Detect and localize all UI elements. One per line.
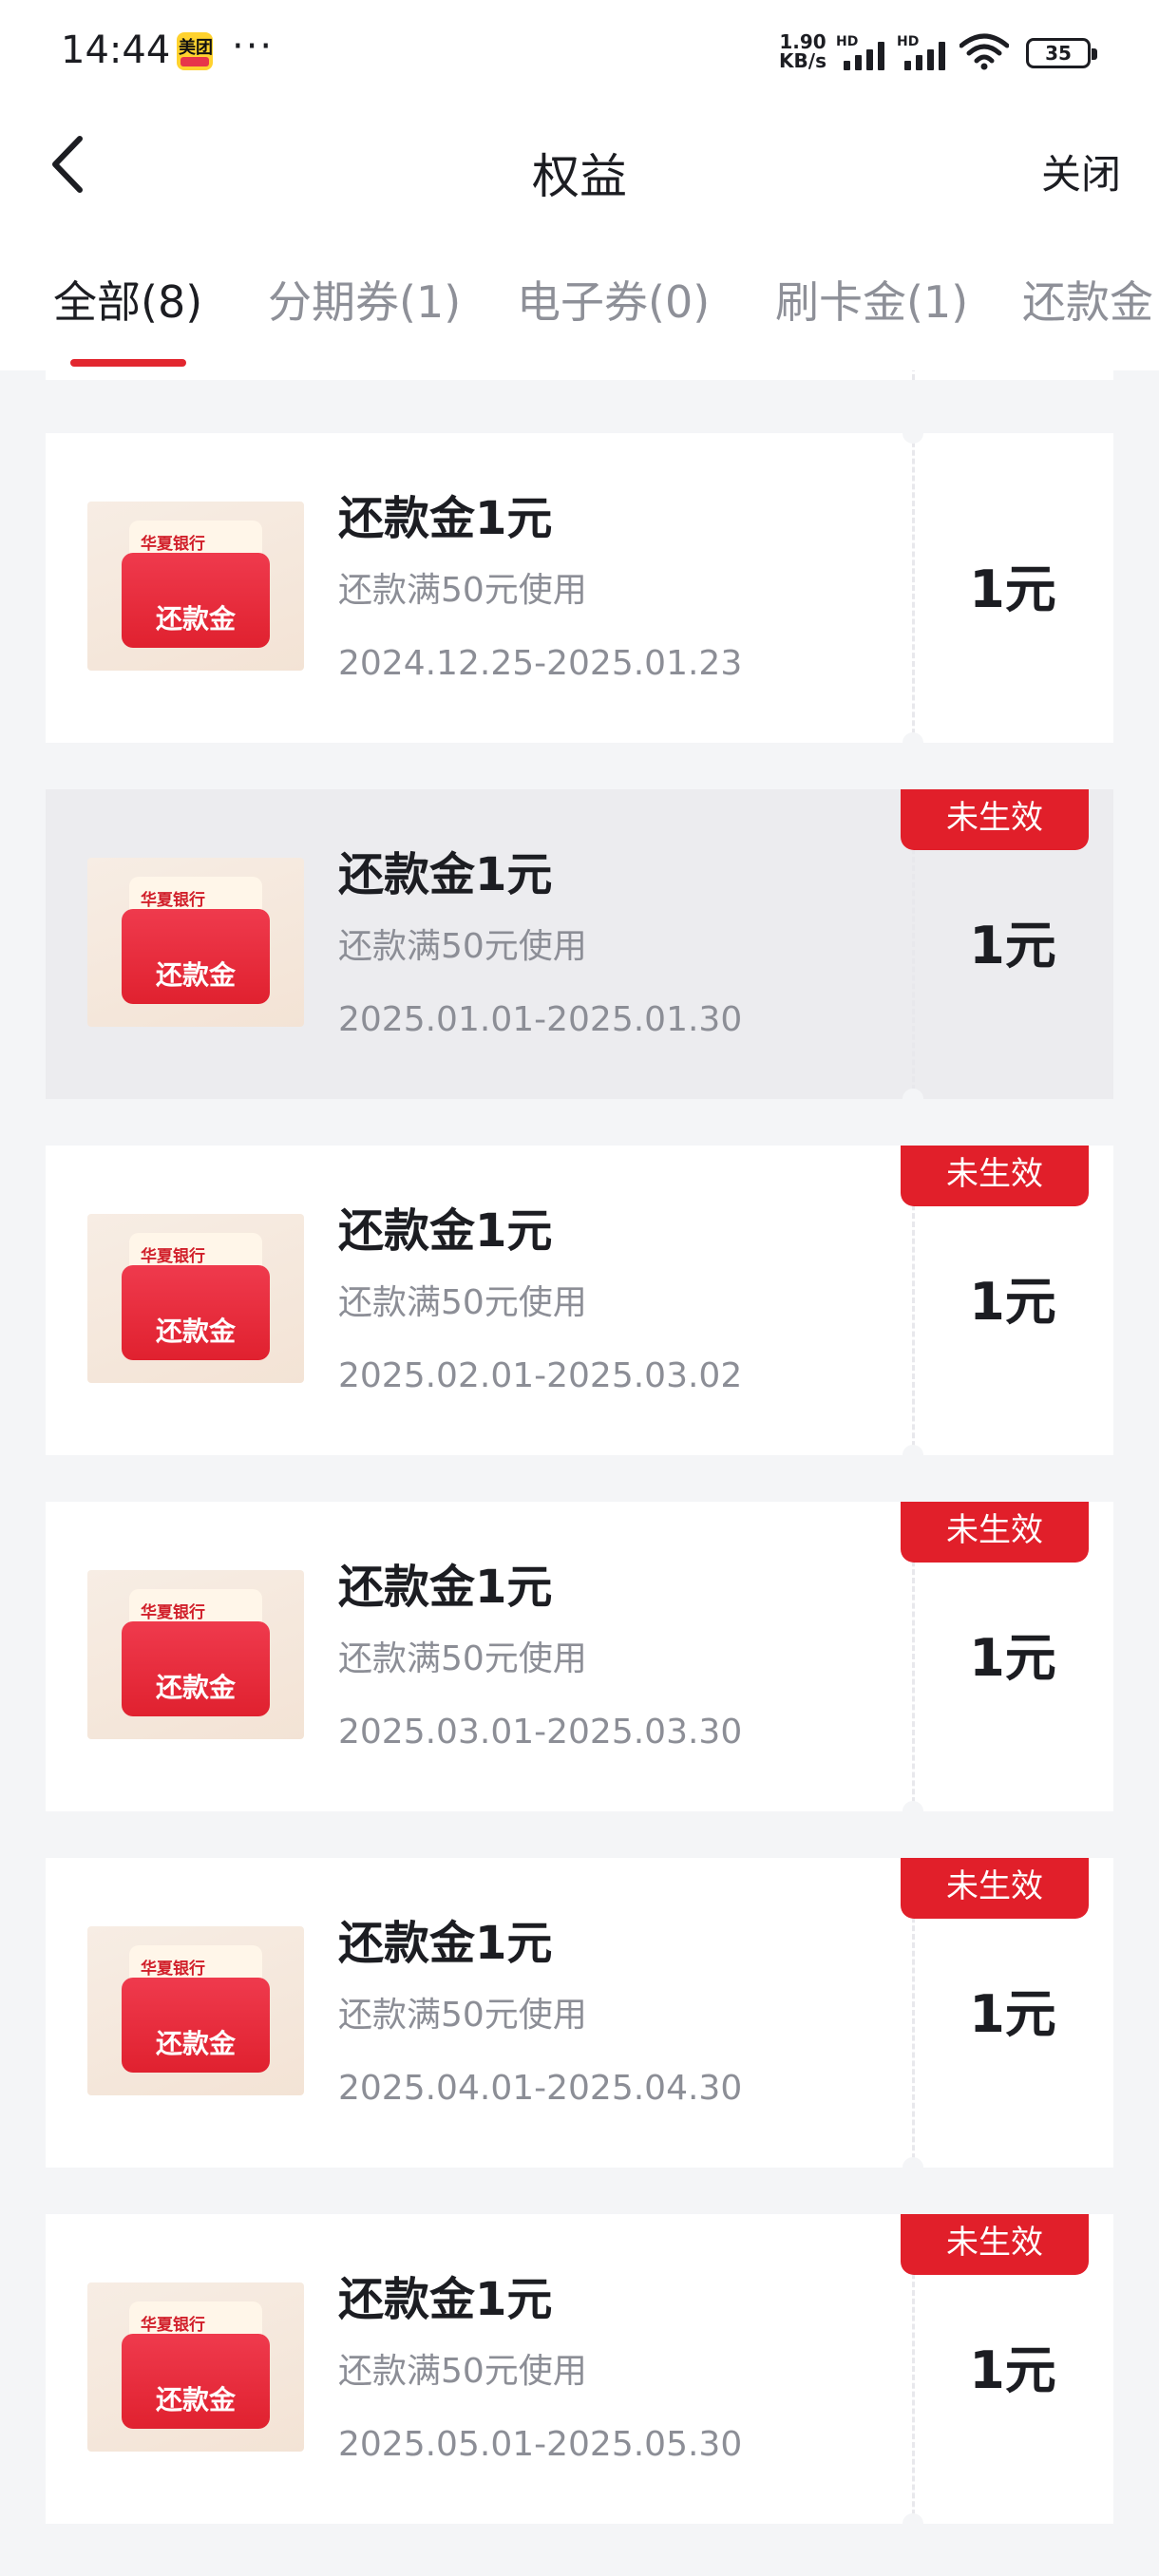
status-badge: 未生效 [901, 789, 1089, 850]
repayment-credit-envelope-icon: 华夏银行 还款金 [87, 2282, 304, 2452]
cell-signal-2-icon: HD [897, 34, 956, 72]
coupon-validity-dates: 2024.12.25-2025.01.23 [338, 644, 743, 683]
coupon-amount: 1元 [969, 559, 1056, 619]
coupon-title: 还款金1元 [338, 848, 553, 901]
bank-logo: 华夏银行 [141, 1247, 205, 1266]
coupon-title: 还款金1元 [338, 2273, 553, 2326]
coupon-card[interactable]: 华夏银行 还款金 还款金1元 还款满50元使用 2025.05.01-2025.… [46, 2214, 1113, 2524]
more-notifications-icon: ··· [232, 25, 275, 68]
envelope-label: 还款金 [155, 2028, 236, 2059]
tab-installment-coupons[interactable]: 分期券(1) [268, 268, 461, 331]
close-button[interactable]: 关闭 [1041, 142, 1121, 200]
status-badge: 未生效 [901, 1502, 1089, 1563]
bank-logo: 华夏银行 [141, 535, 205, 554]
status-time: 14:44 [61, 28, 171, 72]
coupon-card[interactable]: 华夏银行 还款金 还款金1元 还款满50元使用 2025.03.01-2025.… [46, 1502, 1113, 1811]
chevron-left-icon [52, 136, 83, 193]
tab-all[interactable]: 全部(8) [53, 268, 202, 331]
app-badge-text: 美团 [179, 38, 213, 58]
net-speed-value: 1.90 [779, 30, 826, 53]
back-button[interactable] [42, 131, 99, 198]
coupon-title: 还款金1元 [338, 492, 553, 545]
tab-card-swipe-credit[interactable]: 刷卡金(1) [775, 268, 968, 331]
coupon-amount: 1元 [969, 1628, 1056, 1688]
cell-signal-1-icon: HD [836, 34, 895, 72]
coupon-card[interactable]: 华夏银行 还款金 还款金1元 还款满50元使用 2024.12.25-2025.… [46, 433, 1113, 743]
coupon-condition: 还款满50元使用 [338, 1996, 587, 2035]
coupon-condition: 还款满50元使用 [338, 927, 587, 966]
coupon-title: 还款金1元 [338, 1204, 553, 1258]
coupon-validity-dates: 2025.02.01-2025.03.02 [338, 1356, 743, 1395]
coupon-condition: 还款满50元使用 [338, 1639, 587, 1678]
coupon-validity-dates: 2025.01.01-2025.01.30 [338, 1000, 743, 1039]
coupon-validity-dates: 2025.05.01-2025.05.30 [338, 2425, 743, 2464]
coupon-validity-dates: 2025.04.01-2025.04.30 [338, 2069, 743, 2108]
coupon-amount: 1元 [969, 916, 1056, 975]
battery-level: 35 [1045, 42, 1072, 65]
tab-repayment-credit[interactable]: 还款金 [1022, 268, 1153, 331]
bank-logo: 华夏银行 [141, 1960, 205, 1979]
repayment-credit-envelope-icon: 华夏银行 还款金 [87, 858, 304, 1027]
coupon-card[interactable]: 华夏银行 还款金 还款金1元 还款满50元使用 2025.02.01-2025.… [46, 1146, 1113, 1455]
status-bar: 14:44 美团 ··· 1.90 KB/s HD HD 35 [0, 0, 1159, 104]
coupon-card[interactable]: 华夏银行 还款金 还款金1元 还款满50元使用 2025.04.01-2025.… [46, 1858, 1113, 2168]
wifi-icon [960, 33, 1009, 70]
category-tabs: 全部(8) 分期券(1) 电子券(0) 刷卡金(1) 还款金 [0, 228, 1159, 370]
status-badge: 未生效 [901, 1146, 1089, 1206]
coupon-amount: 1元 [969, 1272, 1056, 1332]
meituan-app-icon: 美团 [177, 32, 213, 70]
envelope-label: 还款金 [155, 1316, 236, 1347]
coupon-list[interactable]: 华夏银行 还款金 还款金1元 还款满50元使用 2024.12.25-2025.… [0, 370, 1159, 2576]
coupon-card[interactable]: 华夏银行 还款金 还款金1元 还款满50元使用 2025.01.01-2025.… [46, 789, 1113, 1099]
battery-icon: 35 [1026, 38, 1097, 68]
envelope-label: 还款金 [155, 1672, 236, 1703]
status-badge: 未生效 [901, 2214, 1089, 2275]
coupon-amount: 1元 [969, 2340, 1056, 2400]
nav-bar: 权益 关闭 [0, 104, 1159, 228]
envelope-label: 还款金 [155, 2384, 236, 2415]
bank-logo: 华夏银行 [141, 891, 205, 910]
repayment-credit-envelope-icon: 华夏银行 还款金 [87, 502, 304, 671]
coupon-validity-dates: 2025.03.01-2025.03.30 [338, 1713, 743, 1752]
repayment-credit-envelope-icon: 华夏银行 还款金 [87, 1926, 304, 2095]
bank-logo: 华夏银行 [141, 2316, 205, 2335]
status-badge: 未生效 [901, 1858, 1089, 1919]
coupon-title: 还款金1元 [338, 1917, 553, 1970]
coupon-card-partial[interactable] [46, 370, 1113, 380]
coupon-condition: 还款满50元使用 [338, 2352, 587, 2391]
network-speed: 1.90 KB/s [775, 32, 830, 70]
envelope-label: 还款金 [155, 959, 236, 991]
tab-e-coupons[interactable]: 电子券(0) [517, 268, 710, 331]
coupon-title: 还款金1元 [338, 1561, 553, 1614]
envelope-label: 还款金 [155, 603, 236, 635]
coupon-amount: 1元 [969, 1984, 1056, 2044]
repayment-credit-envelope-icon: 华夏银行 还款金 [87, 1214, 304, 1383]
coupon-condition: 还款满50元使用 [338, 1283, 587, 1322]
page-title: 权益 [532, 149, 627, 204]
active-tab-indicator [70, 359, 186, 367]
coupon-condition: 还款满50元使用 [338, 571, 587, 610]
bank-logo: 华夏银行 [141, 1603, 205, 1622]
net-speed-unit: KB/s [779, 49, 826, 72]
repayment-credit-envelope-icon: 华夏银行 还款金 [87, 1570, 304, 1739]
